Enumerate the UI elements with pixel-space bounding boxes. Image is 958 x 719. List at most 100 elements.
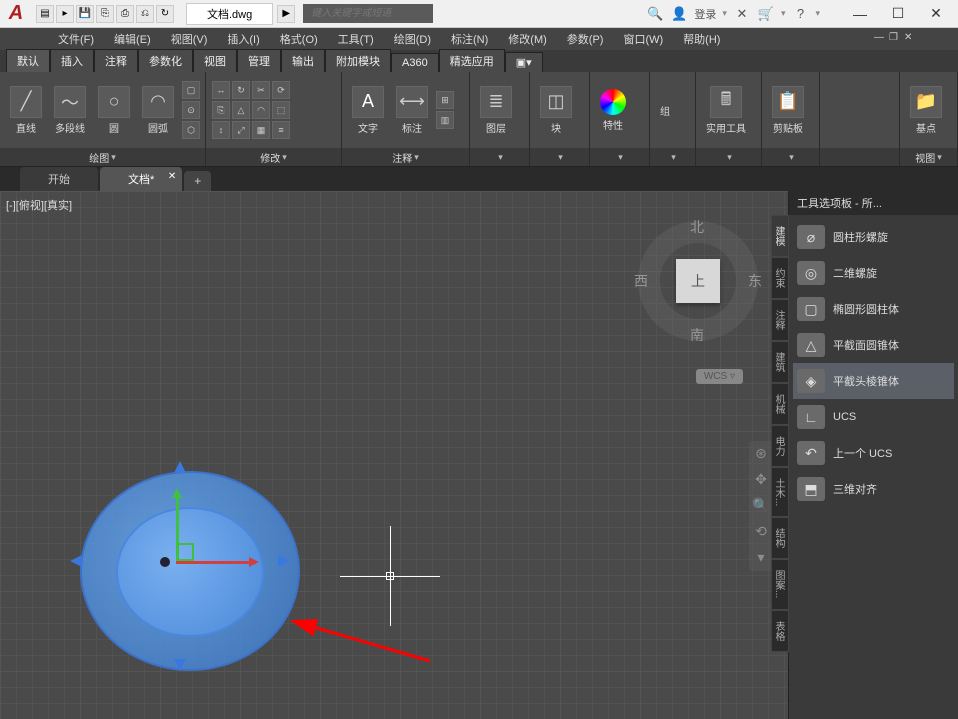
panel-annotate-title[interactable]: 注释▾ (342, 148, 469, 166)
ribbon-tab-a360[interactable]: A360 (391, 53, 439, 72)
pal-item-ucs[interactable]: ∟UCS (793, 399, 954, 435)
ann-s2[interactable]: ▥ (436, 111, 454, 129)
menu-draw[interactable]: 绘图(D) (384, 31, 441, 47)
vc-east[interactable]: 东 (748, 271, 762, 291)
draw-small-2[interactable]: ⊙ (182, 101, 200, 119)
menu-dim[interactable]: 标注(N) (441, 31, 498, 47)
panel-view-title[interactable]: 视图▾ (900, 148, 957, 166)
polyline-button[interactable]: 〜多段线 (50, 84, 90, 137)
search-input[interactable] (303, 4, 433, 23)
scale-icon[interactable]: ⤢ (232, 121, 250, 139)
qat-redo-icon[interactable]: ↻ (156, 5, 174, 23)
qat-new-icon[interactable]: ▤ (36, 5, 54, 23)
user-icon[interactable]: 👤 (670, 5, 688, 23)
doc-minimize-icon[interactable]: — (874, 32, 888, 46)
cart-icon[interactable]: 🛒 (757, 5, 775, 23)
login-link[interactable]: 登录 (694, 6, 716, 22)
help-icon[interactable]: ? (791, 5, 809, 23)
title-play-icon[interactable]: ▶ (277, 5, 295, 23)
arc-button[interactable]: ◠圆弧 (138, 84, 178, 137)
view-cube[interactable]: 北 南 东 西 上 (638, 221, 758, 341)
menu-file[interactable]: 文件(F) (48, 31, 104, 47)
menu-window[interactable]: 窗口(W) (613, 31, 673, 47)
ribbon-tab-output[interactable]: 输出 (281, 49, 325, 72)
pal-tab-modeling[interactable]: 建模 (771, 215, 789, 257)
palette-title[interactable]: 工具选项板 - 所... (789, 191, 958, 215)
ribbon-tab-addon[interactable]: 附加模块 (325, 49, 391, 72)
ribbon-tab-default[interactable]: 默认 (6, 49, 50, 72)
rotate-icon[interactable]: ↻ (232, 81, 250, 99)
array-icon[interactable]: ▦ (252, 121, 270, 139)
panel-props-dd[interactable]: ▾ (590, 148, 649, 166)
mod-8[interactable]: ⬚ (272, 101, 290, 119)
panel-util-dd[interactable]: ▾ (696, 148, 761, 166)
qat-undo-icon[interactable]: ⎌ (136, 5, 154, 23)
pal-item-ellipse-cyl[interactable]: ▢椭圆形圆柱体 (793, 291, 954, 327)
nav-show-icon[interactable]: ▾ (752, 549, 770, 567)
trim-icon[interactable]: ✂ (252, 81, 270, 99)
pal-tab-elec[interactable]: 电力 (771, 425, 789, 467)
group-button[interactable]: 组 (656, 101, 674, 120)
qat-save-icon[interactable]: 💾 (76, 5, 94, 23)
menu-edit[interactable]: 编辑(E) (104, 31, 161, 47)
props-button[interactable]: 特性 (596, 87, 630, 134)
pal-item-frustum-cone[interactable]: △平截面圆锥体 (793, 327, 954, 363)
maximize-button[interactable]: ☐ (880, 2, 916, 26)
menu-help[interactable]: 帮助(H) (673, 31, 730, 47)
viewport-label[interactable]: [-][俯视][真实] (6, 197, 72, 213)
panel-modify-title[interactable]: 修改▾ (206, 148, 341, 166)
vc-north[interactable]: 北 (690, 217, 704, 237)
qat-open-icon[interactable]: ▸ (56, 5, 74, 23)
base-button[interactable]: 📁基点 (906, 84, 946, 137)
panel-layer-dd[interactable]: ▾ (470, 148, 529, 166)
nav-wheel-icon[interactable]: ⊛ (752, 445, 770, 463)
layer-button[interactable]: ≣图层 (476, 84, 516, 137)
ribbon-tab-view[interactable]: 视图 (193, 49, 237, 72)
close-button[interactable]: ✕ (918, 2, 954, 26)
panel-group-dd[interactable]: ▾ (650, 148, 695, 166)
pal-item-3d-align[interactable]: ⬒三维对齐 (793, 471, 954, 507)
pal-tab-annotate[interactable]: 注释 (771, 299, 789, 341)
mirror-icon[interactable]: △ (232, 101, 250, 119)
doctab-current[interactable]: 文档*✕ (100, 167, 182, 191)
pal-item-frustum-pyramid[interactable]: ◈平截头棱锥体 (793, 363, 954, 399)
panel-block-dd[interactable]: ▾ (530, 148, 589, 166)
menu-param[interactable]: 参数(P) (557, 31, 614, 47)
x-axis[interactable] (176, 561, 256, 564)
ribbon-tab-annotate[interactable]: 注释 (94, 49, 138, 72)
qat-print-icon[interactable]: ⎙ (116, 5, 134, 23)
ribbon-tab-param[interactable]: 参数化 (138, 49, 193, 72)
clipboard-button[interactable]: 📋剪贴板 (768, 84, 808, 137)
nav-orbit-icon[interactable]: ⟲ (752, 523, 770, 541)
doctab-add-button[interactable]: + (184, 171, 211, 191)
pal-item-helix-cyl[interactable]: ⌀圆柱形螺旋 (793, 219, 954, 255)
vc-top-face[interactable]: 上 (676, 259, 720, 303)
gizmo-origin[interactable] (176, 543, 194, 561)
move-icon[interactable]: ↔ (212, 81, 230, 99)
ribbon-tab-extra[interactable]: ▣▾ (505, 52, 543, 72)
pal-item-helix-2d[interactable]: ◎二维螺旋 (793, 255, 954, 291)
pal-tab-mech[interactable]: 机械 (771, 383, 789, 425)
wcs-badge[interactable]: WCS ▿ (696, 369, 743, 384)
copy-icon[interactable]: ⎘ (212, 101, 230, 119)
pal-tab-hatch[interactable]: 图案... (771, 559, 789, 609)
mod-12[interactable]: ≡ (272, 121, 290, 139)
search-icon[interactable]: 🔍 (646, 5, 664, 23)
ribbon-tab-featured[interactable]: 精选应用 (439, 49, 505, 72)
menu-insert[interactable]: 插入(I) (217, 31, 269, 47)
menu-modify[interactable]: 修改(M) (498, 31, 557, 47)
doc-restore-icon[interactable]: ❐ (889, 32, 903, 46)
qat-saveas-icon[interactable]: ⎘ (96, 5, 114, 23)
line-button[interactable]: ╱直线 (6, 84, 46, 137)
util-button[interactable]: 🖩实用工具 (702, 84, 750, 137)
drawing-area[interactable]: [-][俯视][真实] 北 南 东 西 上 WCS ▿ ⊛ ✥ 🔍 (0, 191, 958, 719)
circle-button[interactable]: ○圆 (94, 84, 134, 137)
doctab-start[interactable]: 开始 (20, 167, 98, 191)
doc-close-icon[interactable]: ✕ (904, 32, 918, 46)
text-button[interactable]: A文字 (348, 84, 388, 137)
draw-small-3[interactable]: ⬡ (182, 121, 200, 139)
pal-tab-table[interactable]: 表格 (771, 610, 789, 652)
nav-pan-icon[interactable]: ✥ (752, 471, 770, 489)
nav-zoom-icon[interactable]: 🔍 (752, 497, 770, 515)
pal-tab-arch[interactable]: 建筑 (771, 341, 789, 383)
